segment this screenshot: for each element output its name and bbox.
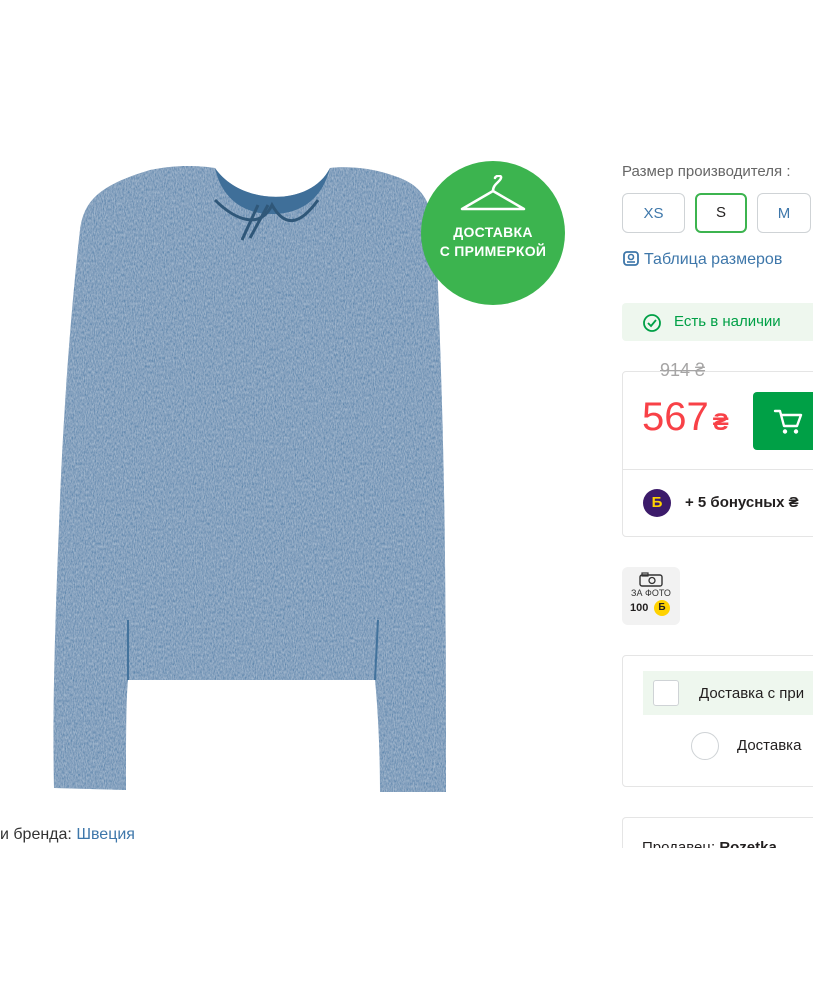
hanger-icon	[460, 175, 526, 211]
check-circle-icon	[643, 314, 661, 332]
old-price: 914 ₴	[660, 360, 706, 380]
ruler-icon	[623, 251, 639, 266]
current-price-value: 567	[642, 395, 709, 439]
seller-text: Продавец: Rozetka	[642, 839, 777, 848]
size-table-link[interactable]: Таблица размеров	[622, 249, 782, 269]
delivery-fitting-checkbox[interactable]	[653, 680, 679, 706]
size-option-s[interactable]: S	[695, 193, 747, 233]
cart-icon	[773, 409, 803, 434]
bonus-text: + 5 бонусных ₴	[685, 494, 799, 511]
photo-bonus-label: ЗА ФОТО	[631, 588, 671, 598]
camera-icon	[639, 572, 663, 587]
size-option-xs[interactable]: XS	[622, 193, 685, 233]
promo-line-1: ДОСТАВКА	[453, 224, 533, 240]
brand-country-link[interactable]: Швеция	[76, 826, 135, 843]
size-option-m[interactable]: M	[757, 193, 811, 233]
delivery-radio[interactable]	[691, 732, 719, 760]
bonus-icon: Б	[643, 489, 671, 517]
photo-bonus-badge[interactable]: ЗА ФОТО 100 Б	[622, 567, 680, 625]
seller-name[interactable]: Rozetka	[719, 839, 777, 848]
promo-line-2: С ПРИМЕРКОЙ	[439, 243, 547, 259]
brand-country-row: и бренда: Швеция	[0, 826, 135, 844]
photo-bonus-letter: Б	[654, 600, 670, 616]
seller-label: Продавец:	[642, 839, 720, 848]
brand-country-label: и бренда:	[0, 826, 77, 843]
photo-bonus-amount: 100	[630, 602, 649, 614]
delivery-fitting-badge: ДОСТАВКА С ПРИМЕРКОЙ	[421, 161, 565, 305]
delivery-option-1-text: Доставка с при	[699, 685, 805, 702]
price-divider	[622, 469, 813, 470]
size-table-label: Таблица размеров	[644, 251, 783, 268]
current-price: 567 ₴	[642, 395, 729, 440]
size-label: Размер производителя :	[622, 163, 791, 180]
delivery-option-2-text: Доставка	[737, 737, 802, 754]
add-to-cart-button[interactable]	[753, 392, 813, 450]
blank-area	[0, 848, 813, 1000]
availability-badge: Есть в наличии	[622, 303, 813, 341]
price-currency: ₴	[712, 409, 729, 436]
availability-text: Есть в наличии	[674, 313, 781, 330]
